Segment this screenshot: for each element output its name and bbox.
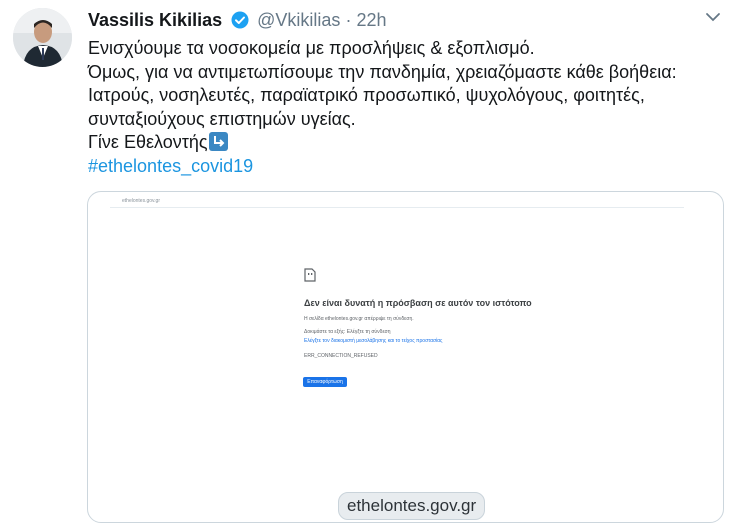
browser-url: ethelontes.gov.gr	[122, 198, 160, 204]
link-card[interactable]: ethelontes.gov.gr Δεν είναι δυνατή η πρό…	[87, 191, 724, 523]
tweet-line: Όμως, για να αντιμετωπίσουμε την πανδημί…	[88, 61, 677, 82]
separator-dot: ·	[345, 10, 352, 30]
reload-button: Επαναφόρτωση	[303, 377, 347, 387]
tweet-header: Vassilis Kikilias @Vkikilias · 22h	[88, 9, 387, 34]
error-title: Δεν είναι δυνατή η πρόσβαση σε αυτόν τον…	[304, 298, 532, 308]
broken-page-icon	[304, 268, 316, 287]
tweet-body: Ενισχύουμε τα νοσοκομεία με προσλήψεις &…	[88, 37, 738, 178]
tweet-line-last: Γίνε Εθελοντής	[88, 131, 738, 155]
arrow-down-right-emoji-icon	[208, 132, 228, 151]
card-domain-label[interactable]: ethelontes.gov.gr	[338, 492, 486, 520]
verified-badge-icon	[231, 11, 249, 34]
author-name[interactable]: Vassilis Kikilias	[88, 10, 222, 30]
tweet-line: Ενισχύουμε τα νοσοκομεία με προσλήψεις &…	[88, 38, 535, 58]
tweet-line: συνταξιούχους επιστημών υγείας.	[88, 108, 356, 129]
chevron-down-icon[interactable]	[705, 10, 721, 28]
author-avatar[interactable]	[13, 8, 72, 67]
error-suggestions: Δοκιμάστε τα εξής: Ελέγξτε τη σύνδεση	[304, 329, 391, 335]
tweet-timestamp[interactable]: 22h	[356, 10, 386, 30]
avatar-photo	[13, 8, 72, 67]
error-code: ERR_CONNECTION_REFUSED	[304, 353, 378, 359]
error-link: Ελέγξτε τον διακομιστή μεσολάβησης και τ…	[304, 338, 443, 344]
error-detail: Η σελίδα ethelontes.gov.gr απέρριψε τη σ…	[304, 316, 414, 322]
browser-address-bar: ethelontes.gov.gr	[110, 197, 684, 208]
tweet-line: Ιατρούς, νοσηλευτές, παραϊατρικό προσωπι…	[88, 85, 645, 105]
hashtag-link[interactable]: #ethelontes_covid19	[88, 156, 253, 176]
tweet-line: Γίνε Εθελοντής	[88, 132, 208, 152]
author-handle[interactable]: @Vkikilias	[257, 10, 340, 30]
